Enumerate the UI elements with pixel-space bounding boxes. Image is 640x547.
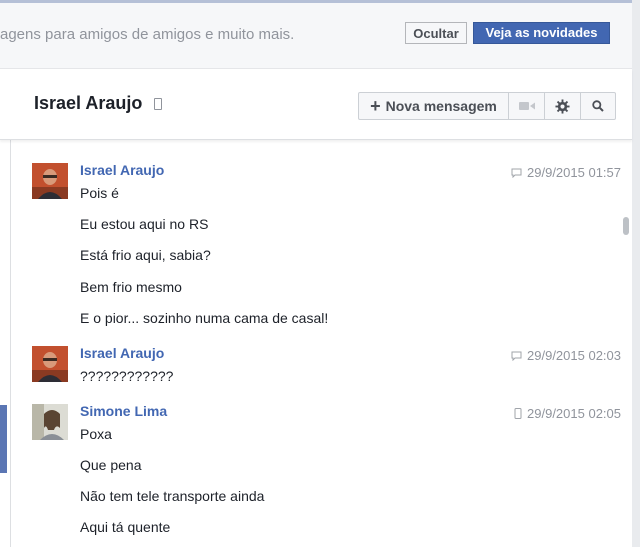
avatar[interactable]	[32, 346, 68, 382]
message-timestamp: 29/9/2015 02:05	[514, 406, 621, 421]
banner-text: agens para amigos de amigos e muito mais…	[0, 26, 295, 43]
avatar[interactable]	[32, 163, 68, 199]
chat-icon	[511, 168, 522, 178]
left-sidebar-edge	[0, 69, 11, 547]
search-button[interactable]	[581, 93, 615, 119]
message-timestamp: 29/9/2015 01:57	[511, 165, 621, 180]
message-text: Bem frio mesmo	[80, 279, 182, 295]
message-timestamp: 29/9/2015 02:03	[511, 348, 621, 363]
message-text: Poxa	[80, 426, 112, 442]
message-text: Pois é	[80, 185, 119, 201]
mobile-icon	[514, 408, 522, 419]
banner-top-border	[0, 0, 640, 3]
conversation-toolbar: + Nova mensagem	[358, 92, 616, 120]
conversation-header: Israel Araujo + Nova mensagem	[0, 69, 632, 140]
new-message-button[interactable]: + Nova mensagem	[359, 93, 509, 119]
sender-name[interactable]: Israel Araujo	[80, 162, 164, 178]
message-text: Eu estou aqui no RS	[80, 216, 209, 232]
message-thread[interactable]: Israel Araujo 29/9/2015 01:57 Pois é Eu …	[11, 140, 632, 547]
message-text: Não tem tele transporte ainda	[80, 488, 265, 504]
profile-photo-israel	[32, 346, 68, 382]
plus-icon: +	[370, 95, 381, 116]
conversation-title[interactable]: Israel Araujo	[34, 93, 142, 114]
video-icon	[518, 102, 535, 110]
left-sidebar-selected-accent	[0, 405, 7, 473]
search-icon	[592, 100, 604, 112]
message-text: E o pior... sozinho numa cama de casal!	[80, 310, 329, 326]
message-text: Está frio aqui, sabia?	[80, 247, 211, 263]
avatar[interactable]	[32, 404, 68, 440]
timestamp-text: 29/9/2015 01:57	[527, 165, 621, 180]
message-text: Que pena	[80, 457, 142, 473]
chat-icon	[511, 351, 522, 361]
scrollbar-thumb[interactable]	[623, 217, 629, 235]
notification-banner: agens para amigos de amigos e muito mais…	[0, 0, 640, 69]
profile-photo-simone	[32, 404, 68, 440]
mobile-icon	[154, 98, 162, 110]
message-text: ????????????	[80, 368, 174, 384]
timestamp-text: 29/9/2015 02:03	[527, 348, 621, 363]
timestamp-text: 29/9/2015 02:05	[527, 406, 621, 421]
see-news-button[interactable]: Veja as novidades	[473, 22, 610, 44]
sender-name[interactable]: Simone Lima	[80, 403, 167, 419]
video-call-button[interactable]	[509, 93, 545, 119]
sender-name[interactable]: Israel Araujo	[80, 345, 164, 361]
page-right-edge	[632, 0, 640, 547]
profile-photo-israel	[32, 163, 68, 199]
new-message-label: Nova mensagem	[385, 98, 497, 114]
message-text: Aqui tá quente	[80, 519, 171, 535]
gear-icon	[555, 98, 570, 114]
hide-button[interactable]: Ocultar	[405, 22, 467, 44]
settings-button[interactable]	[545, 93, 581, 119]
